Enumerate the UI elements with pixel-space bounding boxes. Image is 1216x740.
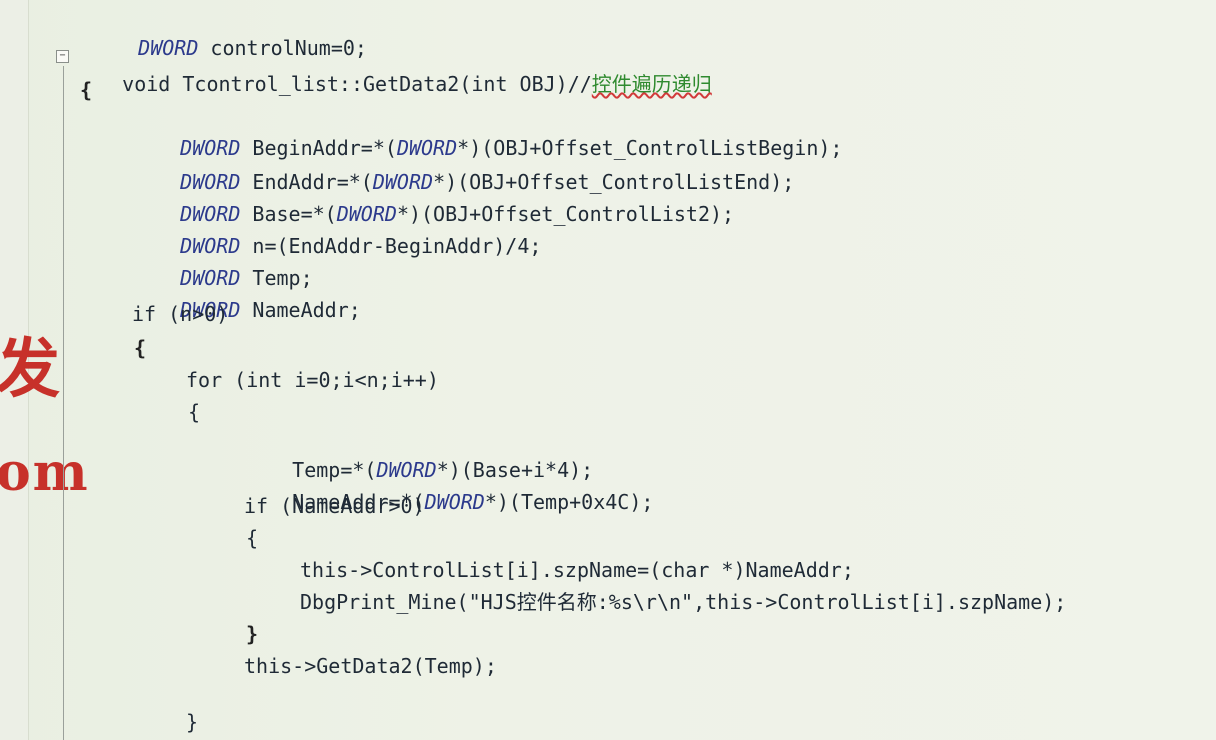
code-text: *)(Temp+0x4C); [484, 490, 654, 514]
fold-guide-line [63, 66, 64, 740]
code-line-inner-open-brace[interactable]: { [246, 524, 258, 552]
code-line-if-n[interactable]: if (n>0) [132, 300, 228, 328]
code-comment: 控件遍历递归 [591, 72, 712, 96]
function-signature: void Tcontrol_list::GetData2(int OBJ)// [122, 72, 592, 96]
fold-toggle-icon[interactable]: − [56, 50, 69, 63]
code-editor[interactable]: 发 om − DWORD controlNum=0; void Tcontrol… [0, 0, 1216, 740]
code-text: NameAddr; [240, 298, 361, 322]
code-line-open-brace[interactable]: { [80, 76, 92, 104]
code-line-if-open-brace[interactable]: { [134, 334, 146, 362]
code-line-inner-close-brace[interactable]: } [246, 620, 258, 648]
type-keyword: DWORD [424, 490, 485, 514]
code-line-for-close-brace[interactable]: } [186, 708, 198, 736]
code-line-for[interactable]: for (int i=0;i<n;i++) [186, 366, 439, 394]
code-line-assign-name[interactable]: this->ControlList[i].szpName=(char *)Nam… [300, 556, 854, 584]
code-line-for-open-brace[interactable]: { [188, 398, 200, 426]
watermark-text-1: 发 [0, 332, 60, 407]
watermark-text-2: om [0, 442, 90, 503]
code-line-dbg-print[interactable]: DbgPrint_Mine("HJS控件名称:%s\r\n",this->Con… [300, 588, 1066, 616]
code-line-if-name-addr[interactable]: if (NameAddr>0) [244, 492, 425, 520]
code-line-recursive-call[interactable]: this->GetData2(Temp); [244, 652, 497, 680]
